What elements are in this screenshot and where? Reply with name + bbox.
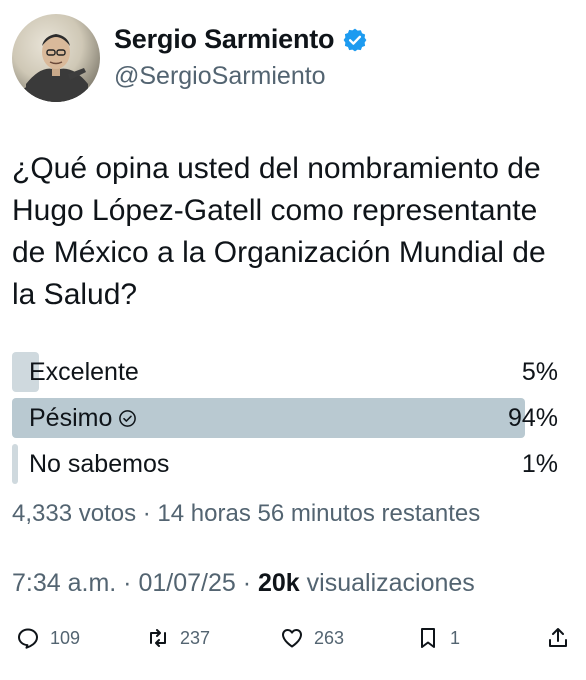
poll-option-percent: 94% xyxy=(507,403,558,432)
poll-option-label: No sabemos xyxy=(12,450,169,479)
display-name[interactable]: Sergio Sarmiento xyxy=(114,24,335,55)
avatar-illustration xyxy=(16,34,96,102)
retweet-button[interactable]: 237 xyxy=(146,626,210,650)
bookmark-button[interactable]: 1 xyxy=(416,626,460,650)
avatar[interactable] xyxy=(12,14,100,102)
reply-button[interactable]: 109 xyxy=(16,626,80,650)
retweet-icon xyxy=(150,629,166,647)
tweet-header: Sergio Sarmiento @SergioSarmiento xyxy=(12,14,572,104)
poll-option-label: Pésimo xyxy=(12,404,137,433)
retweet-count: 237 xyxy=(180,627,211,648)
poll-option-text: Excelente xyxy=(29,357,139,386)
reply-icon xyxy=(18,628,38,649)
like-button[interactable]: 263 xyxy=(280,626,344,650)
poll-option-pesimo[interactable]: Pésimo 94% xyxy=(12,398,558,438)
heart-icon xyxy=(282,629,302,648)
verified-badge-icon[interactable] xyxy=(342,27,368,53)
poll-option-percent: 1% xyxy=(521,449,558,478)
name-row: Sergio Sarmiento xyxy=(114,24,368,55)
poll-option-text: No sabemos xyxy=(29,449,170,478)
share-icon xyxy=(549,628,567,647)
user-handle[interactable]: @SergioSarmiento xyxy=(114,62,326,91)
tweet-actions: 109 237 263 1 xyxy=(16,626,572,662)
poll-option-excelente[interactable]: Excelente 5% xyxy=(12,352,558,392)
poll-meta: 4,333 votos · 14 horas 56 minutos restan… xyxy=(12,500,481,527)
tweet-text: ¿Qué opina usted del nombramiento de Hug… xyxy=(12,152,546,311)
reply-count: 109 xyxy=(50,627,81,648)
poll-option-label: Excelente xyxy=(12,358,139,387)
bookmark-count: 1 xyxy=(450,627,461,648)
poll-option-text: Pésimo xyxy=(29,403,113,432)
like-count: 263 xyxy=(314,627,345,648)
time-date[interactable]: 7:34 a.m. · 01/07/25 · xyxy=(12,569,258,597)
poll-option-no-sabemos[interactable]: No sabemos 1% xyxy=(12,444,558,484)
share-button[interactable] xyxy=(546,626,570,650)
poll: Excelente 5% Pésimo 94% No sabemos 1% xyxy=(12,352,558,490)
views-count: 20k xyxy=(257,569,300,597)
tweet-timestamp: 7:34 a.m. · 01/07/25 · 20k visualizacion… xyxy=(12,569,475,598)
check-circle-icon xyxy=(119,409,137,427)
poll-option-percent: 5% xyxy=(521,357,558,386)
views-label: visualizaciones xyxy=(299,569,475,597)
bookmark-icon xyxy=(421,628,435,648)
